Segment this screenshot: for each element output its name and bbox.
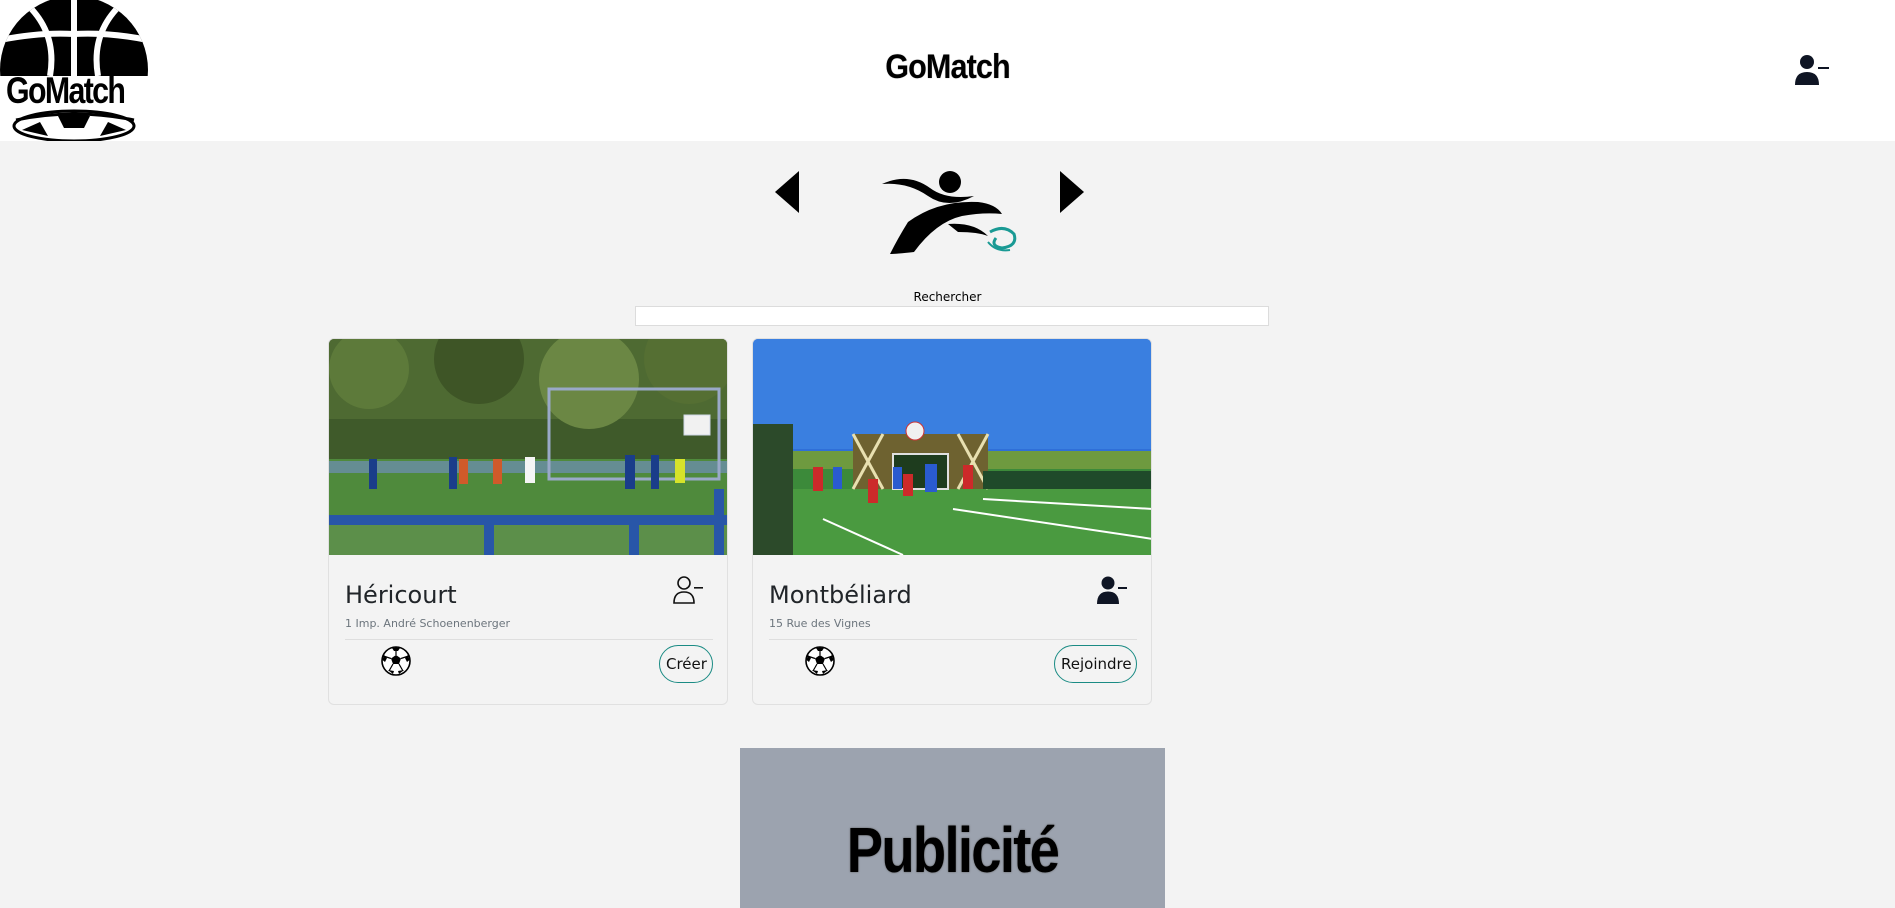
next-sport-arrow-icon[interactable] — [1058, 171, 1084, 213]
soccer-ball-icon — [805, 646, 835, 676]
card-address: 15 Rue des Vignes — [769, 617, 871, 630]
user-minus-icon[interactable] — [1097, 575, 1127, 605]
search-input[interactable] — [635, 306, 1269, 326]
previous-sport-arrow-icon[interactable] — [775, 171, 801, 213]
divider — [345, 639, 713, 640]
field-card[interactable]: Montbéliard 15 Rue des Vignes Rejoindre — [752, 338, 1152, 705]
card-title: Montbéliard — [769, 581, 912, 609]
football-player-icon — [882, 171, 1017, 254]
card-title: Héricourt — [345, 581, 457, 609]
field-card[interactable]: Héricourt 1 Imp. André Schoenenberger Cr… — [328, 338, 728, 705]
join-button[interactable]: Rejoindre — [1054, 645, 1137, 683]
search-label: Rechercher — [913, 290, 982, 304]
card-address: 1 Imp. André Schoenenberger — [345, 617, 511, 630]
user-minus-icon[interactable] — [1795, 54, 1829, 86]
site-header: GoMatch GoMatch — [0, 0, 1895, 143]
field-photo — [329, 339, 727, 555]
create-button[interactable]: Créer — [659, 645, 713, 683]
advertisement-banner[interactable]: Publicité — [740, 748, 1165, 908]
field-photo — [753, 339, 1151, 555]
divider — [769, 639, 1137, 640]
advertisement-text: Publicité — [846, 814, 1060, 886]
soccer-ball-icon — [381, 646, 411, 676]
site-title: GoMatch — [885, 48, 1011, 86]
user-minus-outline-icon[interactable] — [673, 575, 703, 605]
